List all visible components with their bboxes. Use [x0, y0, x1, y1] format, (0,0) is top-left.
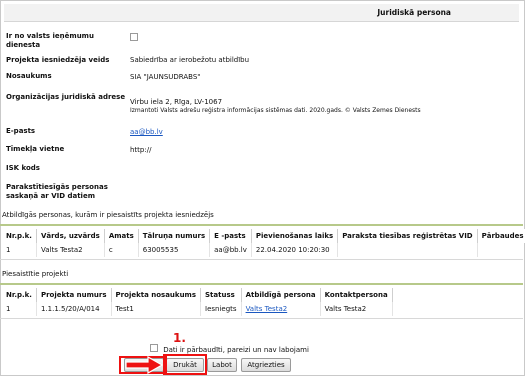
col-nr: Nr.p.k.	[2, 288, 37, 302]
cell-signing-rights	[337, 243, 478, 257]
cell-check-time	[477, 243, 525, 257]
edit-button[interactable]: Labot	[207, 358, 237, 372]
table-row: 1 Valts Testa2 c 63005535 aa@bb.lv 22.04…	[2, 243, 525, 257]
name-label: Nosaukums	[6, 72, 52, 80]
table-row: 1 1.1.1.5/20/A/014 Test1 Iesniegts Valts…	[2, 302, 393, 316]
cell-status: Iesniegts	[200, 302, 242, 316]
cell-nr: 1	[2, 302, 37, 316]
verified-checkbox[interactable]	[150, 344, 158, 352]
cell-project-name: Test1	[111, 302, 202, 316]
email-label: E-pasts	[6, 127, 36, 135]
back-button[interactable]: Atgriezties	[241, 358, 291, 372]
cell-nr: 1	[2, 243, 37, 257]
projects-table-bottom	[0, 318, 523, 319]
projects-header-row: Nr.p.k. Projekta numurs Projekta nosauku…	[2, 288, 393, 302]
vid-label: Ir no valsts ieņēmumu dienesta	[6, 32, 94, 49]
col-email: E -pasts	[209, 229, 252, 243]
email-link[interactable]: aa@bb.lv	[130, 128, 163, 136]
projects-section-divider	[0, 283, 523, 285]
address-note: Izmantoti Valsts adrešu reģistra informā…	[130, 107, 421, 114]
col-added: Pievienošanas laiks	[251, 229, 339, 243]
cell-phone: 63005535	[138, 243, 211, 257]
persons-header-row: Nr.p.k. Vārds, uzvārds Amats Tālruņa num…	[2, 229, 525, 243]
website-label: Tīmekļa vietne	[6, 145, 65, 153]
col-contact: Kontaktpersona	[320, 288, 393, 302]
col-project-name: Projekta nosaukums	[111, 288, 202, 302]
col-name: Vārds, uzvārds	[36, 229, 105, 243]
cell-email: aa@bb.lv	[209, 243, 252, 257]
col-status: Statuss	[200, 288, 242, 302]
verified-checkbox-label: Dati ir pārbaudīti, pareizi un nav laboj…	[163, 346, 309, 354]
website-value: http://	[130, 146, 152, 154]
cell-contact: Valts Testa2	[320, 302, 393, 316]
email-value[interactable]: aa@bb.lv	[130, 128, 163, 137]
page-title: Juridiskā persona	[377, 8, 451, 17]
cell-project-number: 1.1.1.5/20/A/014	[36, 302, 112, 316]
step-number-label: 1.	[173, 331, 186, 345]
projects-table: Nr.p.k. Projekta numurs Projekta nosauku…	[2, 288, 393, 316]
pointer-arrow-icon	[125, 356, 164, 374]
cell-responsible[interactable]: Valts Testa2	[241, 302, 321, 316]
signatories-label: Parakstītiesīgās personas saskaņā ar VID…	[6, 183, 108, 200]
responsible-link[interactable]: Valts Testa2	[246, 305, 288, 313]
persons-table: Nr.p.k. Vārds, uzvārds Amats Tālruņa num…	[2, 229, 525, 257]
submitter-type-value: Sabiedrība ar ierobežotu atbildību	[130, 56, 250, 64]
cell-position: c	[104, 243, 139, 257]
col-check-time: Pārbaudes laiks	[477, 229, 525, 243]
vid-checkbox[interactable]	[130, 33, 138, 44]
isk-code-label: ISK kods	[6, 164, 40, 172]
persons-table-bottom	[0, 259, 523, 260]
verified-checkbox-row[interactable]: Dati ir pārbaudīti, pareizi un nav laboj…	[150, 344, 309, 354]
address-label: Organizācijas juridiskā adrese	[6, 93, 126, 101]
col-nr: Nr.p.k.	[2, 229, 37, 243]
name-value: SIA "JAUNSUDRABS"	[130, 73, 201, 81]
cell-name: Valts Testa2	[36, 243, 105, 257]
col-project-number: Projekta numurs	[36, 288, 112, 302]
col-signing-rights: Paraksta tiesības reģistrētas VID	[337, 229, 478, 243]
col-phone: Tālruņa numurs	[138, 229, 211, 243]
print-highlight-box	[163, 354, 207, 375]
col-position: Amats	[104, 229, 139, 243]
cell-added: 22.04.2020 10:20:30	[251, 243, 339, 257]
submitter-type-label: Projekta iesniedzēja veids	[6, 56, 110, 64]
col-responsible: Atbildīgā persona	[241, 288, 321, 302]
persons-section-divider	[0, 224, 523, 226]
projects-section-title: Piesaistītie projekti	[2, 270, 69, 278]
persons-section-title: Atbildīgās personas, kurām ir piesaistīt…	[2, 211, 214, 219]
page-header: Juridiskā persona	[4, 4, 519, 22]
